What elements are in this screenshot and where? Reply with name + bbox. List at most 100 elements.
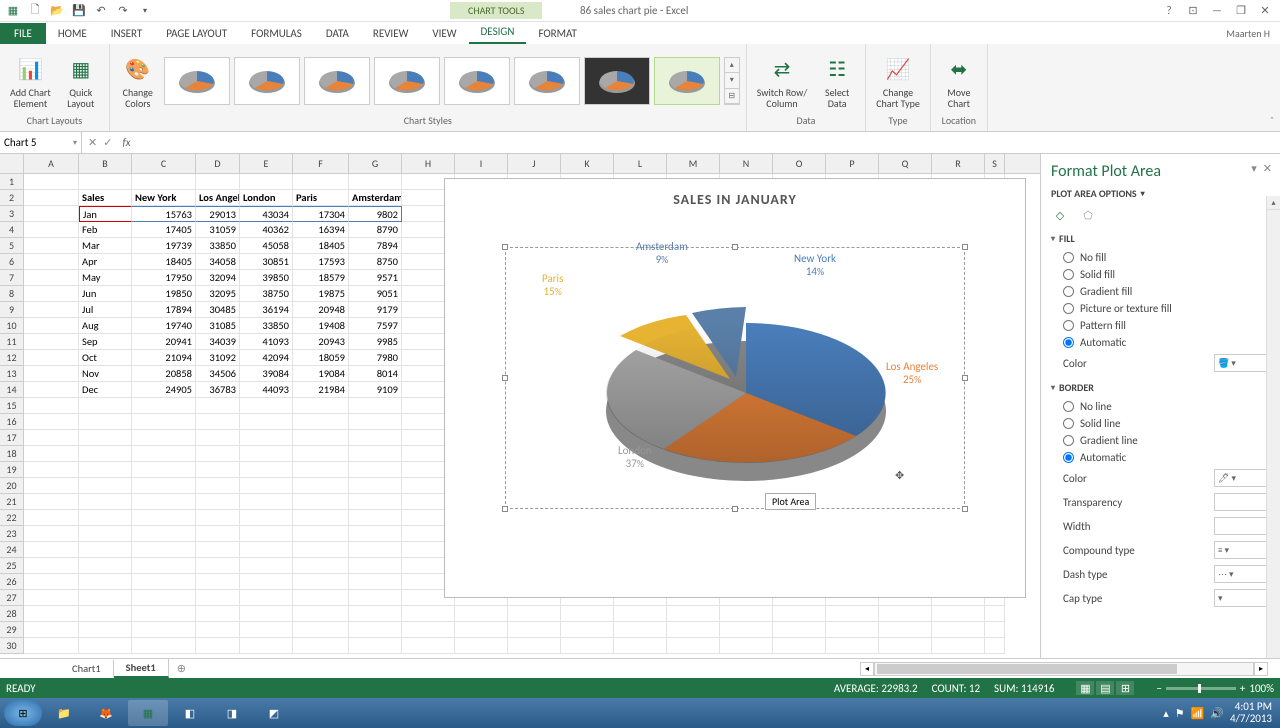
cell[interactable] — [614, 606, 667, 622]
row-header[interactable]: 26 — [0, 574, 24, 590]
cell[interactable] — [196, 542, 240, 558]
cell[interactable]: 8750 — [349, 254, 402, 270]
cell[interactable] — [24, 350, 79, 366]
cell[interactable] — [293, 462, 349, 478]
fill-line-icon[interactable]: ◇ — [1051, 206, 1069, 224]
cell[interactable]: 20943 — [293, 334, 349, 350]
tab-format[interactable]: FORMAT — [526, 23, 588, 44]
gradient-fill-radio[interactable]: Gradient fill — [1051, 283, 1270, 300]
tab-view[interactable]: VIEW — [420, 23, 468, 44]
worksheet[interactable]: ABCDEFGHIJKLMNOPQRS 12SalesNew YorkLos A… — [0, 154, 1040, 658]
hscroll-left[interactable]: ◂ — [860, 662, 874, 676]
cell[interactable] — [293, 430, 349, 446]
row-header[interactable]: 20 — [0, 478, 24, 494]
label-ny[interactable]: New York14% — [794, 252, 836, 278]
cell[interactable]: 8014 — [349, 366, 402, 382]
cell[interactable]: Jul — [79, 302, 132, 318]
cell[interactable]: Amsterdam — [349, 190, 402, 206]
cell[interactable] — [773, 606, 826, 622]
chart-style-5[interactable] — [444, 57, 510, 105]
cell[interactable] — [349, 478, 402, 494]
cell[interactable] — [24, 430, 79, 446]
cell[interactable]: 9571 — [349, 270, 402, 286]
cancel-icon[interactable]: ✕ — [88, 136, 97, 149]
auto-line-radio[interactable]: Automatic — [1051, 449, 1270, 466]
cell[interactable]: 17304 — [293, 206, 349, 222]
cell[interactable]: Sep — [79, 334, 132, 350]
no-line-radio[interactable]: No line — [1051, 398, 1270, 415]
cell[interactable] — [293, 606, 349, 622]
cell[interactable]: 21094 — [132, 350, 196, 366]
cell[interactable] — [932, 622, 985, 638]
cell[interactable] — [24, 366, 79, 382]
cell[interactable] — [720, 606, 773, 622]
cell[interactable]: 34058 — [196, 254, 240, 270]
cell[interactable] — [132, 414, 196, 430]
tray-date[interactable]: 4/7/2013 — [1230, 713, 1272, 725]
cell[interactable]: 38750 — [240, 286, 293, 302]
picture-fill-radio[interactable]: Picture or texture fill — [1051, 300, 1270, 317]
cell[interactable] — [349, 526, 402, 542]
cell[interactable] — [826, 638, 879, 654]
cell[interactable] — [932, 606, 985, 622]
cell[interactable]: 7894 — [349, 238, 402, 254]
cell[interactable] — [79, 574, 132, 590]
cell[interactable] — [79, 526, 132, 542]
cell[interactable] — [349, 622, 402, 638]
row-header[interactable]: 23 — [0, 526, 24, 542]
col-header[interactable]: I — [455, 154, 508, 173]
cell[interactable] — [240, 574, 293, 590]
cell[interactable] — [79, 590, 132, 606]
close-icon[interactable]: ✕ — [1254, 2, 1276, 20]
col-header[interactable]: F — [293, 154, 349, 173]
cell[interactable]: Los Angeles — [196, 190, 240, 206]
cell[interactable]: 20948 — [293, 302, 349, 318]
cell[interactable]: 16394 — [293, 222, 349, 238]
cell[interactable] — [826, 622, 879, 638]
zoom-level[interactable]: 100% — [1249, 682, 1274, 695]
cell[interactable] — [240, 526, 293, 542]
cell[interactable] — [667, 606, 720, 622]
cell[interactable] — [132, 606, 196, 622]
cell[interactable] — [132, 542, 196, 558]
zoom-out-icon[interactable]: − — [1156, 682, 1161, 695]
cell[interactable] — [293, 638, 349, 654]
cell[interactable]: Dec — [79, 382, 132, 398]
chart-style-3[interactable] — [304, 57, 370, 105]
cell[interactable]: 20941 — [132, 334, 196, 350]
cell[interactable] — [79, 478, 132, 494]
redo-icon[interactable]: ↷ — [114, 2, 132, 20]
hscroll-track[interactable] — [874, 662, 1254, 676]
chart-style-1[interactable] — [164, 57, 230, 105]
page-layout-icon[interactable]: ▤ — [1096, 681, 1114, 695]
col-header[interactable]: H — [402, 154, 455, 173]
col-header[interactable]: P — [826, 154, 879, 173]
cell[interactable] — [667, 622, 720, 638]
effects-icon[interactable]: ⬠ — [1079, 206, 1097, 224]
cell[interactable] — [402, 606, 455, 622]
undo-icon[interactable]: ↶ — [92, 2, 110, 20]
cell[interactable] — [349, 590, 402, 606]
fx-icon[interactable]: fx — [118, 136, 134, 149]
cell[interactable] — [985, 606, 1005, 622]
cell[interactable]: Jun — [79, 286, 132, 302]
cell[interactable]: 18405 — [132, 254, 196, 270]
label-par[interactable]: Paris15% — [542, 272, 563, 298]
account-name[interactable]: Maarten H — [1216, 23, 1280, 44]
page-break-icon[interactable]: ⊞ — [1116, 681, 1134, 695]
fill-section[interactable]: FILL — [1051, 232, 1270, 245]
cell[interactable]: 40362 — [240, 222, 293, 238]
tb-excel[interactable]: ▦ — [128, 700, 168, 726]
cell[interactable] — [132, 174, 196, 190]
cell[interactable]: Paris — [293, 190, 349, 206]
row-header[interactable]: 15 — [0, 398, 24, 414]
cell[interactable] — [349, 398, 402, 414]
tb-app2[interactable]: ◨ — [212, 700, 252, 726]
row-header[interactable]: 22 — [0, 510, 24, 526]
chart-title[interactable]: SALES IN JANUARY — [445, 191, 1025, 208]
cell[interactable] — [349, 462, 402, 478]
cell[interactable] — [196, 622, 240, 638]
cell[interactable] — [79, 622, 132, 638]
cell[interactable]: 31085 — [196, 318, 240, 334]
cell[interactable] — [79, 606, 132, 622]
